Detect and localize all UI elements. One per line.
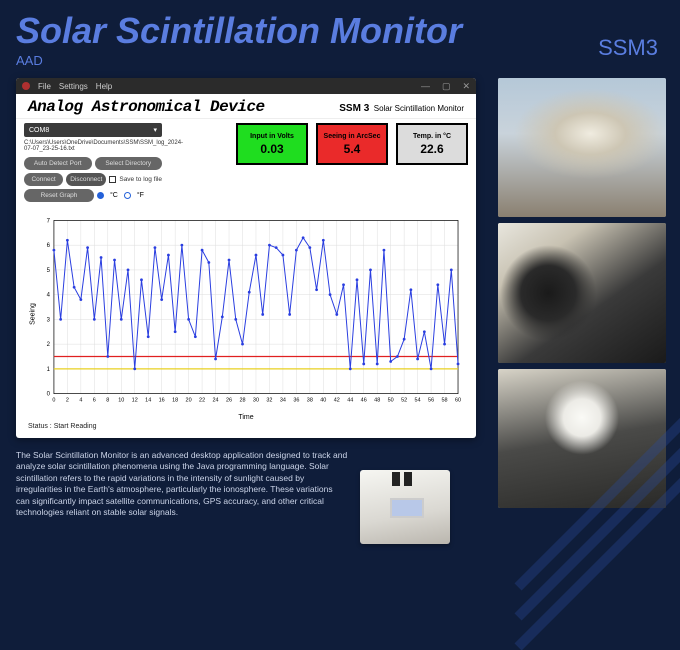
model-badge: SSM3: [598, 35, 658, 61]
status-value: Start Reading: [54, 423, 97, 430]
svg-text:14: 14: [145, 398, 151, 404]
x-axis-label: Time: [16, 414, 476, 421]
svg-text:48: 48: [374, 398, 380, 404]
connect-button[interactable]: Connect: [24, 173, 63, 186]
window-dot-icon: [22, 82, 30, 90]
page-subtitle: AAD: [16, 53, 43, 68]
svg-text:0: 0: [52, 398, 55, 404]
y-axis-label: Seeing: [29, 303, 36, 325]
svg-text:20: 20: [186, 398, 192, 404]
svg-text:40: 40: [320, 398, 326, 404]
svg-text:1: 1: [47, 367, 51, 373]
app-model-sub: Solar Scintillation Monitor: [374, 104, 464, 113]
svg-text:56: 56: [428, 398, 434, 404]
readout-temp: Temp. in °C 22.6: [396, 123, 468, 165]
app-header: Analog Astronomical Device SSM 3 Solar S…: [16, 94, 476, 119]
svg-text:32: 32: [266, 398, 272, 404]
save-log-checkbox[interactable]: Save to log file: [109, 173, 162, 186]
description-text: The Solar Scintillation Monitor is an ad…: [16, 450, 348, 519]
radio-celsius-icon[interactable]: [97, 192, 104, 199]
com-port-select[interactable]: COM8 ▾: [24, 123, 162, 137]
select-directory-button[interactable]: Select Directory: [95, 157, 163, 170]
svg-text:4: 4: [79, 398, 82, 404]
chart-svg: 0123456702468101214161820222426283032343…: [36, 214, 464, 414]
svg-text:54: 54: [415, 398, 421, 404]
app-title: Analog Astronomical Device: [28, 98, 265, 116]
svg-text:28: 28: [239, 398, 245, 404]
svg-text:6: 6: [47, 243, 51, 249]
svg-text:2: 2: [66, 398, 69, 404]
svg-text:38: 38: [307, 398, 313, 404]
telescope-photo-3: [498, 369, 666, 508]
svg-text:52: 52: [401, 398, 407, 404]
svg-text:5: 5: [47, 268, 51, 274]
save-log-label: Save to log file: [119, 176, 162, 183]
svg-text:26: 26: [226, 398, 232, 404]
svg-text:7: 7: [47, 218, 51, 224]
svg-text:30: 30: [253, 398, 259, 404]
svg-text:34: 34: [280, 398, 286, 404]
status-label: Status :: [28, 423, 52, 430]
photo-strip: [498, 78, 666, 508]
svg-text:4: 4: [47, 293, 51, 299]
readout-volts-value: 0.03: [260, 142, 283, 156]
svg-text:8: 8: [106, 398, 109, 404]
telescope-photo-2: [498, 223, 666, 362]
svg-text:10: 10: [118, 398, 124, 404]
radio-fahrenheit-label: °F: [137, 192, 144, 199]
reset-graph-button[interactable]: Reset Graph: [24, 189, 94, 202]
auto-detect-button[interactable]: Auto Detect Port: [24, 157, 92, 170]
svg-text:42: 42: [334, 398, 340, 404]
svg-text:58: 58: [442, 398, 448, 404]
page-title: Solar Scintillation Monitor: [16, 10, 462, 52]
svg-text:36: 36: [293, 398, 299, 404]
readout-temp-value: 22.6: [420, 142, 443, 156]
close-icon[interactable]: ✕: [462, 81, 470, 92]
minimize-icon[interactable]: —: [421, 81, 430, 91]
readout-seeing-value: 5.4: [344, 142, 361, 156]
svg-text:60: 60: [455, 398, 461, 404]
log-path: C:\Users\Users\OneDrive\Documents\SSM\SS…: [24, 140, 162, 154]
control-panel: COM8 ▾ C:\Users\Users\OneDrive\Documents…: [24, 123, 162, 202]
svg-text:0: 0: [47, 392, 51, 398]
svg-text:22: 22: [199, 398, 205, 404]
window-titlebar: File Settings Help — ▢ ✕: [16, 78, 476, 94]
com-port-value: COM8: [29, 127, 49, 134]
svg-text:50: 50: [388, 398, 394, 404]
readout-seeing-label: Seeing in ArcSec: [324, 133, 381, 140]
maximize-icon[interactable]: ▢: [442, 81, 451, 92]
chevron-down-icon: ▾: [153, 126, 157, 134]
app-model-label: SSM 3: [339, 103, 369, 114]
status-bar: Status : Start Reading: [16, 421, 476, 434]
readout-volts: Input in Volts 0.03: [236, 123, 308, 165]
svg-text:6: 6: [93, 398, 96, 404]
disconnect-button[interactable]: Disconnect: [66, 173, 106, 186]
svg-text:18: 18: [172, 398, 178, 404]
radio-celsius-label: °C: [110, 192, 118, 199]
temp-unit-radio[interactable]: °C °F: [97, 189, 144, 202]
readout-volts-label: Input in Volts: [250, 133, 294, 140]
readout-seeing: Seeing in ArcSec 5.4: [316, 123, 388, 165]
checkbox-icon: [109, 176, 116, 183]
readouts: Input in Volts 0.03 Seeing in ArcSec 5.4…: [236, 123, 468, 165]
svg-text:44: 44: [347, 398, 353, 404]
app-model: SSM 3 Solar Scintillation Monitor: [339, 98, 464, 116]
menu-help[interactable]: Help: [96, 82, 112, 91]
svg-text:16: 16: [159, 398, 165, 404]
chart: Seeing 012345670246810121416182022242628…: [36, 214, 464, 414]
readout-temp-label: Temp. in °C: [413, 133, 451, 140]
menu-file[interactable]: File: [38, 82, 51, 91]
svg-text:3: 3: [47, 317, 51, 323]
svg-text:12: 12: [132, 398, 138, 404]
svg-text:24: 24: [213, 398, 219, 404]
app-window: File Settings Help — ▢ ✕ Analog Astronom…: [16, 78, 476, 438]
device-photo: [360, 470, 450, 544]
radio-fahrenheit-icon[interactable]: [124, 192, 131, 199]
svg-text:46: 46: [361, 398, 367, 404]
telescope-photo-1: [498, 78, 666, 217]
menu-settings[interactable]: Settings: [59, 82, 88, 91]
svg-text:2: 2: [47, 342, 51, 348]
